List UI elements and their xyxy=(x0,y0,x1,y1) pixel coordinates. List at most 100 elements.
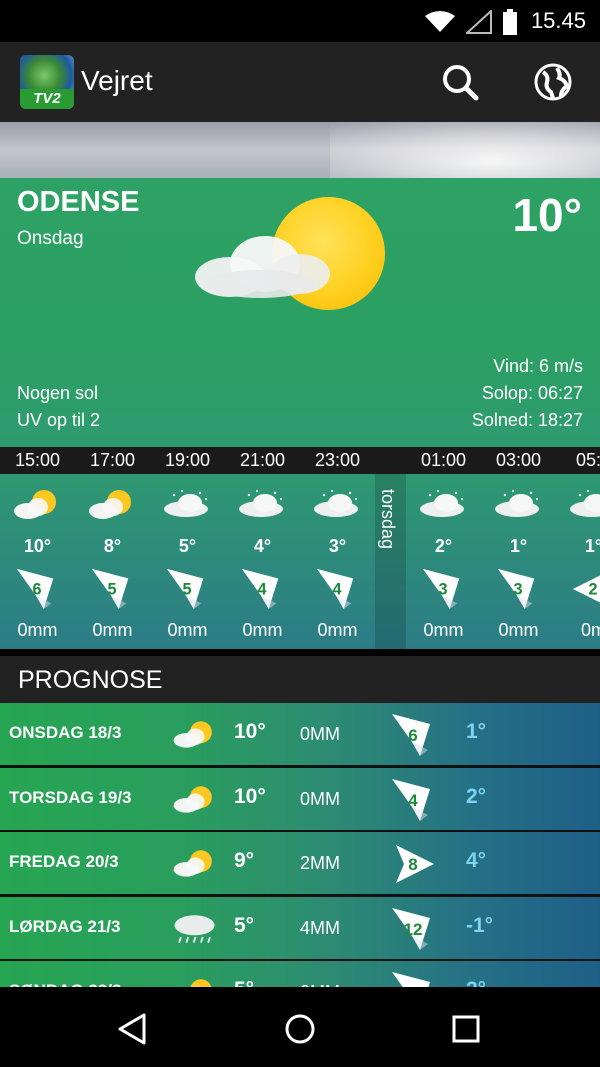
wind-arrow-icon: 6 xyxy=(392,714,430,756)
hourly-forecast[interactable]: torsdag 15:00 10° 6 0mm 17:00 8° 5 0mm 19:00 5° 5 0… xyxy=(0,447,600,649)
prognose-day: TORSDAG 19/3 xyxy=(9,787,132,807)
prognose-precipitation: 2MM xyxy=(300,853,340,873)
sunrise-text: Solop: 06:27 xyxy=(481,383,583,403)
wind-arrow-icon: 2 xyxy=(572,575,600,603)
wind-speed-value: 8 xyxy=(408,855,417,874)
prognose-precipitation: 0MM xyxy=(300,788,340,809)
partly-sunny-icon xyxy=(173,850,212,877)
night-cloud-icon xyxy=(420,490,464,517)
signal-icon xyxy=(466,10,492,34)
recents-button[interactable] xyxy=(446,1009,486,1049)
app-logo: TV2 xyxy=(20,55,74,109)
sunset-text: Solned: 18:27 xyxy=(471,410,583,430)
prognose-high-temp: 9° xyxy=(234,849,255,872)
hourly-item[interactable]: 03:00 1° 3 0mm xyxy=(481,447,556,649)
wind-speed-value: 5 xyxy=(182,581,191,599)
wind-speed-value: 4 xyxy=(257,581,266,599)
prognose-row[interactable]: ONSDAG 18/3 10° 0MM 6 1° xyxy=(0,703,600,765)
prognose-header: PROGNOSE xyxy=(0,656,600,703)
wind-speed-value: 2 xyxy=(588,581,597,599)
wind-arrow-icon: 3 xyxy=(497,568,535,610)
prognose-low-temp: 2° xyxy=(466,978,486,987)
wind-speed-value: 3 xyxy=(438,581,447,599)
wind-arrow-icon: 12 xyxy=(392,907,430,950)
prognose-list[interactable]: ONSDAG 18/3 10° 0MM 6 1° TORSDAG 19/3 10° 0MM 4 2… xyxy=(0,703,600,987)
sky-banner xyxy=(0,122,600,178)
wind-arrow-icon: 4 xyxy=(241,568,279,610)
wind-arrow-icon: 7 xyxy=(392,972,430,987)
partly-sunny-icon xyxy=(14,490,56,519)
hourly-item[interactable]: 23:00 3° 4 0mm xyxy=(300,447,375,649)
hourly-precipitation: 0mm xyxy=(92,620,133,640)
night-cloud-icon xyxy=(314,490,358,517)
wind-arrow-icon: 5 xyxy=(166,568,204,610)
prognose-row[interactable]: LØRDAG 21/3 5° 4MM 12 -1° xyxy=(0,896,600,959)
hourly-time: 03:00 xyxy=(481,447,556,474)
hourly-temperature: 8° xyxy=(103,536,122,556)
current-weather-panel: ODENSE Onsdag 10° Nogen sol UV op til 2 … xyxy=(0,122,600,649)
hourly-item[interactable]: 05:0 1° 2 0m xyxy=(556,447,600,649)
recents-icon xyxy=(452,1015,480,1043)
current-day: Onsdag xyxy=(17,228,84,249)
prognose-day: LØRDAG 21/3 xyxy=(9,916,121,936)
wind-speed-value: 6 xyxy=(408,726,417,745)
day-divider: torsdag xyxy=(375,447,406,649)
wind-arrow-icon: 4 xyxy=(316,568,354,610)
status-bar: 15.45 xyxy=(0,0,600,42)
hourly-precipitation: 0m xyxy=(580,620,600,640)
hourly-precipitation: 0mm xyxy=(167,620,208,640)
tv2-logo-text: TV2 xyxy=(20,89,74,109)
rain-cloud-icon xyxy=(174,914,215,943)
search-button[interactable] xyxy=(440,62,480,102)
hourly-precipitation: 0mm xyxy=(242,620,283,640)
hourly-temperature: 2° xyxy=(434,536,453,556)
app-title: Vejret xyxy=(81,65,153,96)
cloud-icon xyxy=(195,236,330,298)
location-button[interactable] xyxy=(533,62,573,102)
partly-sunny-icon xyxy=(190,979,212,987)
prognose-low-temp: 1° xyxy=(466,720,487,743)
day-divider-bar xyxy=(375,447,406,474)
prognose-day: FREDAG 20/3 xyxy=(9,852,119,871)
city-name: ODENSE xyxy=(17,186,140,218)
wind-speed-value: 4 xyxy=(332,581,341,599)
prognose-precipitation: 4MM xyxy=(300,917,340,938)
night-cloud-icon xyxy=(495,490,539,517)
prognose-low-temp: 2° xyxy=(466,784,487,808)
hourly-item[interactable]: 15:00 10° 6 0mm xyxy=(0,447,75,649)
app-bar: TV2 Vejret xyxy=(0,42,600,122)
partly-sunny-icon xyxy=(89,490,131,519)
globe-icon xyxy=(534,63,572,101)
search-icon xyxy=(443,65,479,101)
hourly-time: 17:00 xyxy=(75,447,150,474)
hourly-item[interactable]: 01:00 2° 3 0mm xyxy=(406,447,481,649)
wind-speed-value: 3 xyxy=(513,581,522,599)
prognose-row[interactable]: FREDAG 20/3 9° 2MM 8 4° xyxy=(0,832,600,894)
prognose-high-temp: 10° xyxy=(234,720,266,743)
hourly-precipitation: 0mm xyxy=(423,620,464,640)
prognose-low-temp: -1° xyxy=(466,913,494,937)
wind-arrow-icon: 6 xyxy=(16,568,54,610)
uv-text: UV op til 2 xyxy=(17,410,101,430)
hourly-item[interactable]: 21:00 4° 4 0mm xyxy=(225,447,300,649)
prognose-row[interactable]: SØNDAG 22/35°0MM72° xyxy=(0,961,600,987)
condition-info: Nogen sol UV op til 2 xyxy=(17,380,100,434)
prognose-high-temp: 5° xyxy=(234,913,255,937)
night-cloud-icon xyxy=(570,490,600,517)
status-icons xyxy=(424,9,518,35)
wind-speed-value: 12 xyxy=(404,920,423,939)
prognose-high-temp: 5° xyxy=(234,978,254,987)
hourly-temperature: 1° xyxy=(509,536,528,556)
hourly-temperature: 1° xyxy=(584,536,600,556)
sun-wind-info: Vind: 6 m/s Solop: 06:27 Solned: 18:27 xyxy=(472,353,583,434)
back-icon xyxy=(118,1013,146,1045)
home-button[interactable] xyxy=(280,1009,320,1049)
back-button[interactable] xyxy=(114,1009,154,1049)
hourly-item[interactable]: 17:00 8° 5 0mm xyxy=(75,447,150,649)
current-temperature: 10° xyxy=(512,189,582,241)
hourly-item[interactable]: 19:00 5° 5 0mm xyxy=(150,447,225,649)
wind-arrow-icon: 3 xyxy=(422,568,460,610)
wind-speed-value: 5 xyxy=(107,581,116,599)
prognose-row[interactable]: TORSDAG 19/3 10° 0MM 4 2° xyxy=(0,767,600,830)
hourly-precipitation: 0mm xyxy=(17,620,58,640)
